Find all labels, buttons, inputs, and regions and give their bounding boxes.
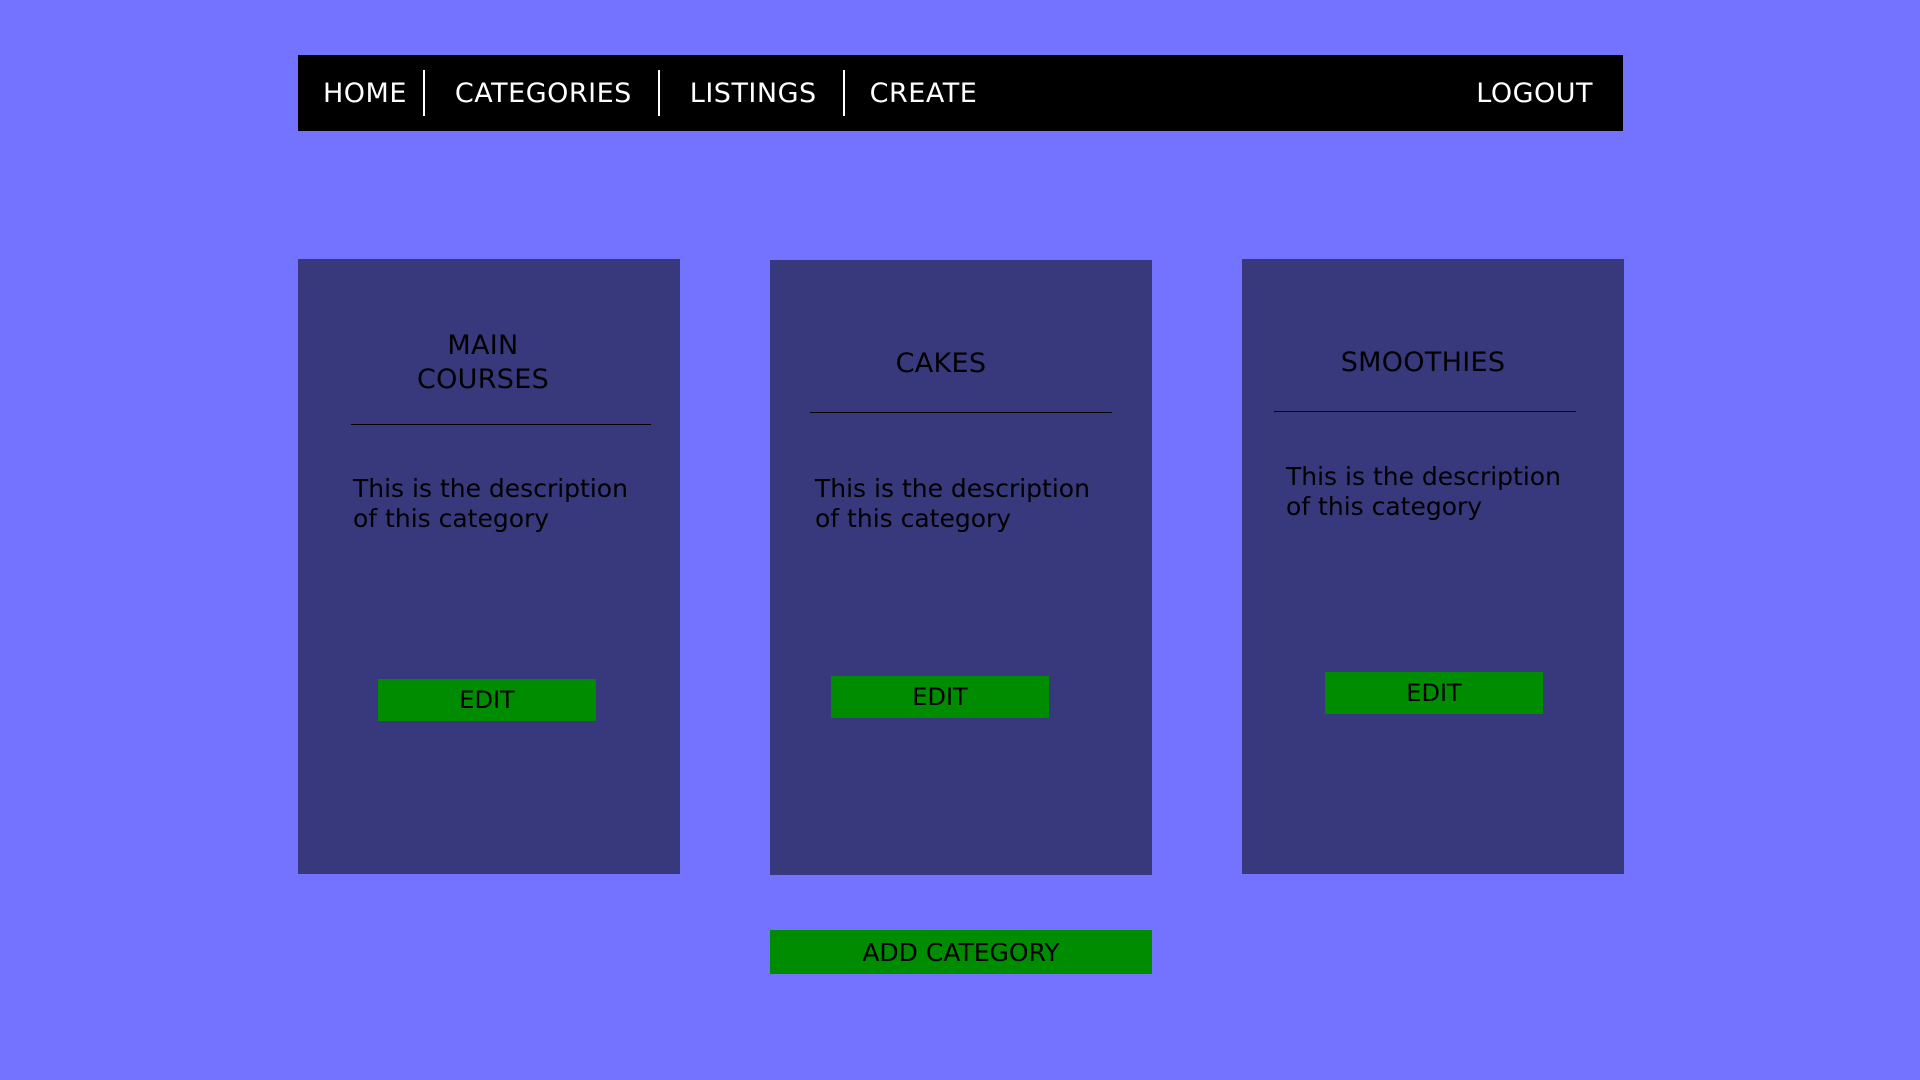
card-title-line: COURSES (416, 364, 550, 395)
nav-links: HOME CATEGORIES LISTINGS CREATE (298, 55, 977, 131)
edit-button-main-courses[interactable]: EDIT (378, 679, 596, 721)
card-title: MAIN COURSES (292, 329, 674, 397)
card-divider (351, 424, 651, 425)
add-category-button[interactable]: ADD CATEGORY (770, 930, 1152, 974)
edit-button-cakes[interactable]: EDIT (831, 676, 1049, 718)
nav-create-link[interactable]: CREATE (845, 55, 978, 131)
nav-home-link[interactable]: HOME (298, 55, 423, 131)
card-description: This is the description of this category (1286, 462, 1561, 521)
nav-categories-link[interactable]: CATEGORIES (425, 55, 658, 131)
edit-button-smoothies[interactable]: EDIT (1325, 672, 1543, 714)
card-title: CAKES (895, 348, 987, 379)
top-navbar: HOME CATEGORIES LISTINGS CREATE LOGOUT (298, 55, 1623, 131)
category-card-main-courses: MAIN COURSES This is the description of … (298, 259, 680, 874)
card-divider (810, 412, 1112, 413)
card-description: This is the description of this category (815, 474, 1090, 533)
card-title: SMOOTHIES (1340, 347, 1506, 378)
nav-listings-link[interactable]: LISTINGS (660, 55, 843, 131)
card-divider (1274, 411, 1576, 412)
category-card-cakes: CAKES This is the description of this ca… (770, 260, 1152, 875)
category-card-smoothies: SMOOTHIES This is the description of thi… (1242, 259, 1624, 874)
nav-logout-link[interactable]: LOGOUT (1476, 55, 1593, 131)
card-description: This is the description of this category (353, 474, 628, 533)
card-title-line: MAIN (447, 330, 519, 361)
